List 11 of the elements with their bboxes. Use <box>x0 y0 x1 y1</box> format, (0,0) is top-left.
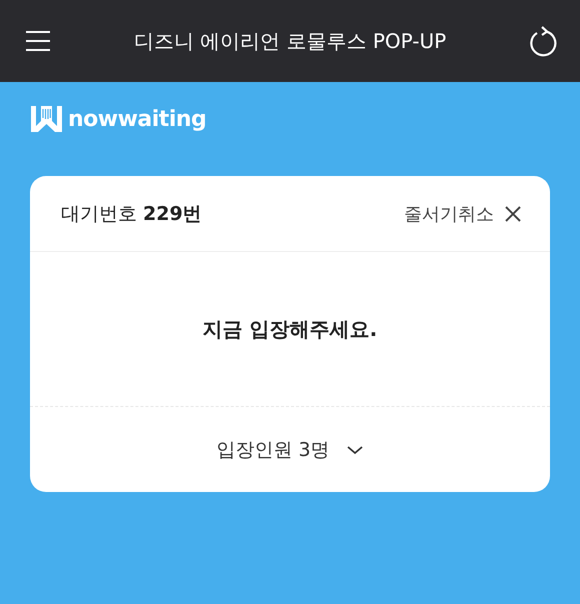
close-icon <box>504 204 522 222</box>
brand-name: nowwaiting <box>68 106 206 132</box>
page-title: 디즈니 에이리언 로물루스 POP-UP <box>134 28 446 54</box>
cancel-button[interactable]: 줄서기취소 <box>404 202 522 226</box>
menu-icon[interactable] <box>24 29 52 53</box>
logo-icon <box>31 106 62 132</box>
party-size-toggle[interactable]: 입장인원 3명 <box>216 436 364 462</box>
queue-number: 대기번호 229번 <box>61 202 202 226</box>
refresh-icon[interactable] <box>528 25 558 57</box>
chevron-icon <box>346 444 364 454</box>
entry-message: 지금 입장해주세요. <box>202 316 378 342</box>
